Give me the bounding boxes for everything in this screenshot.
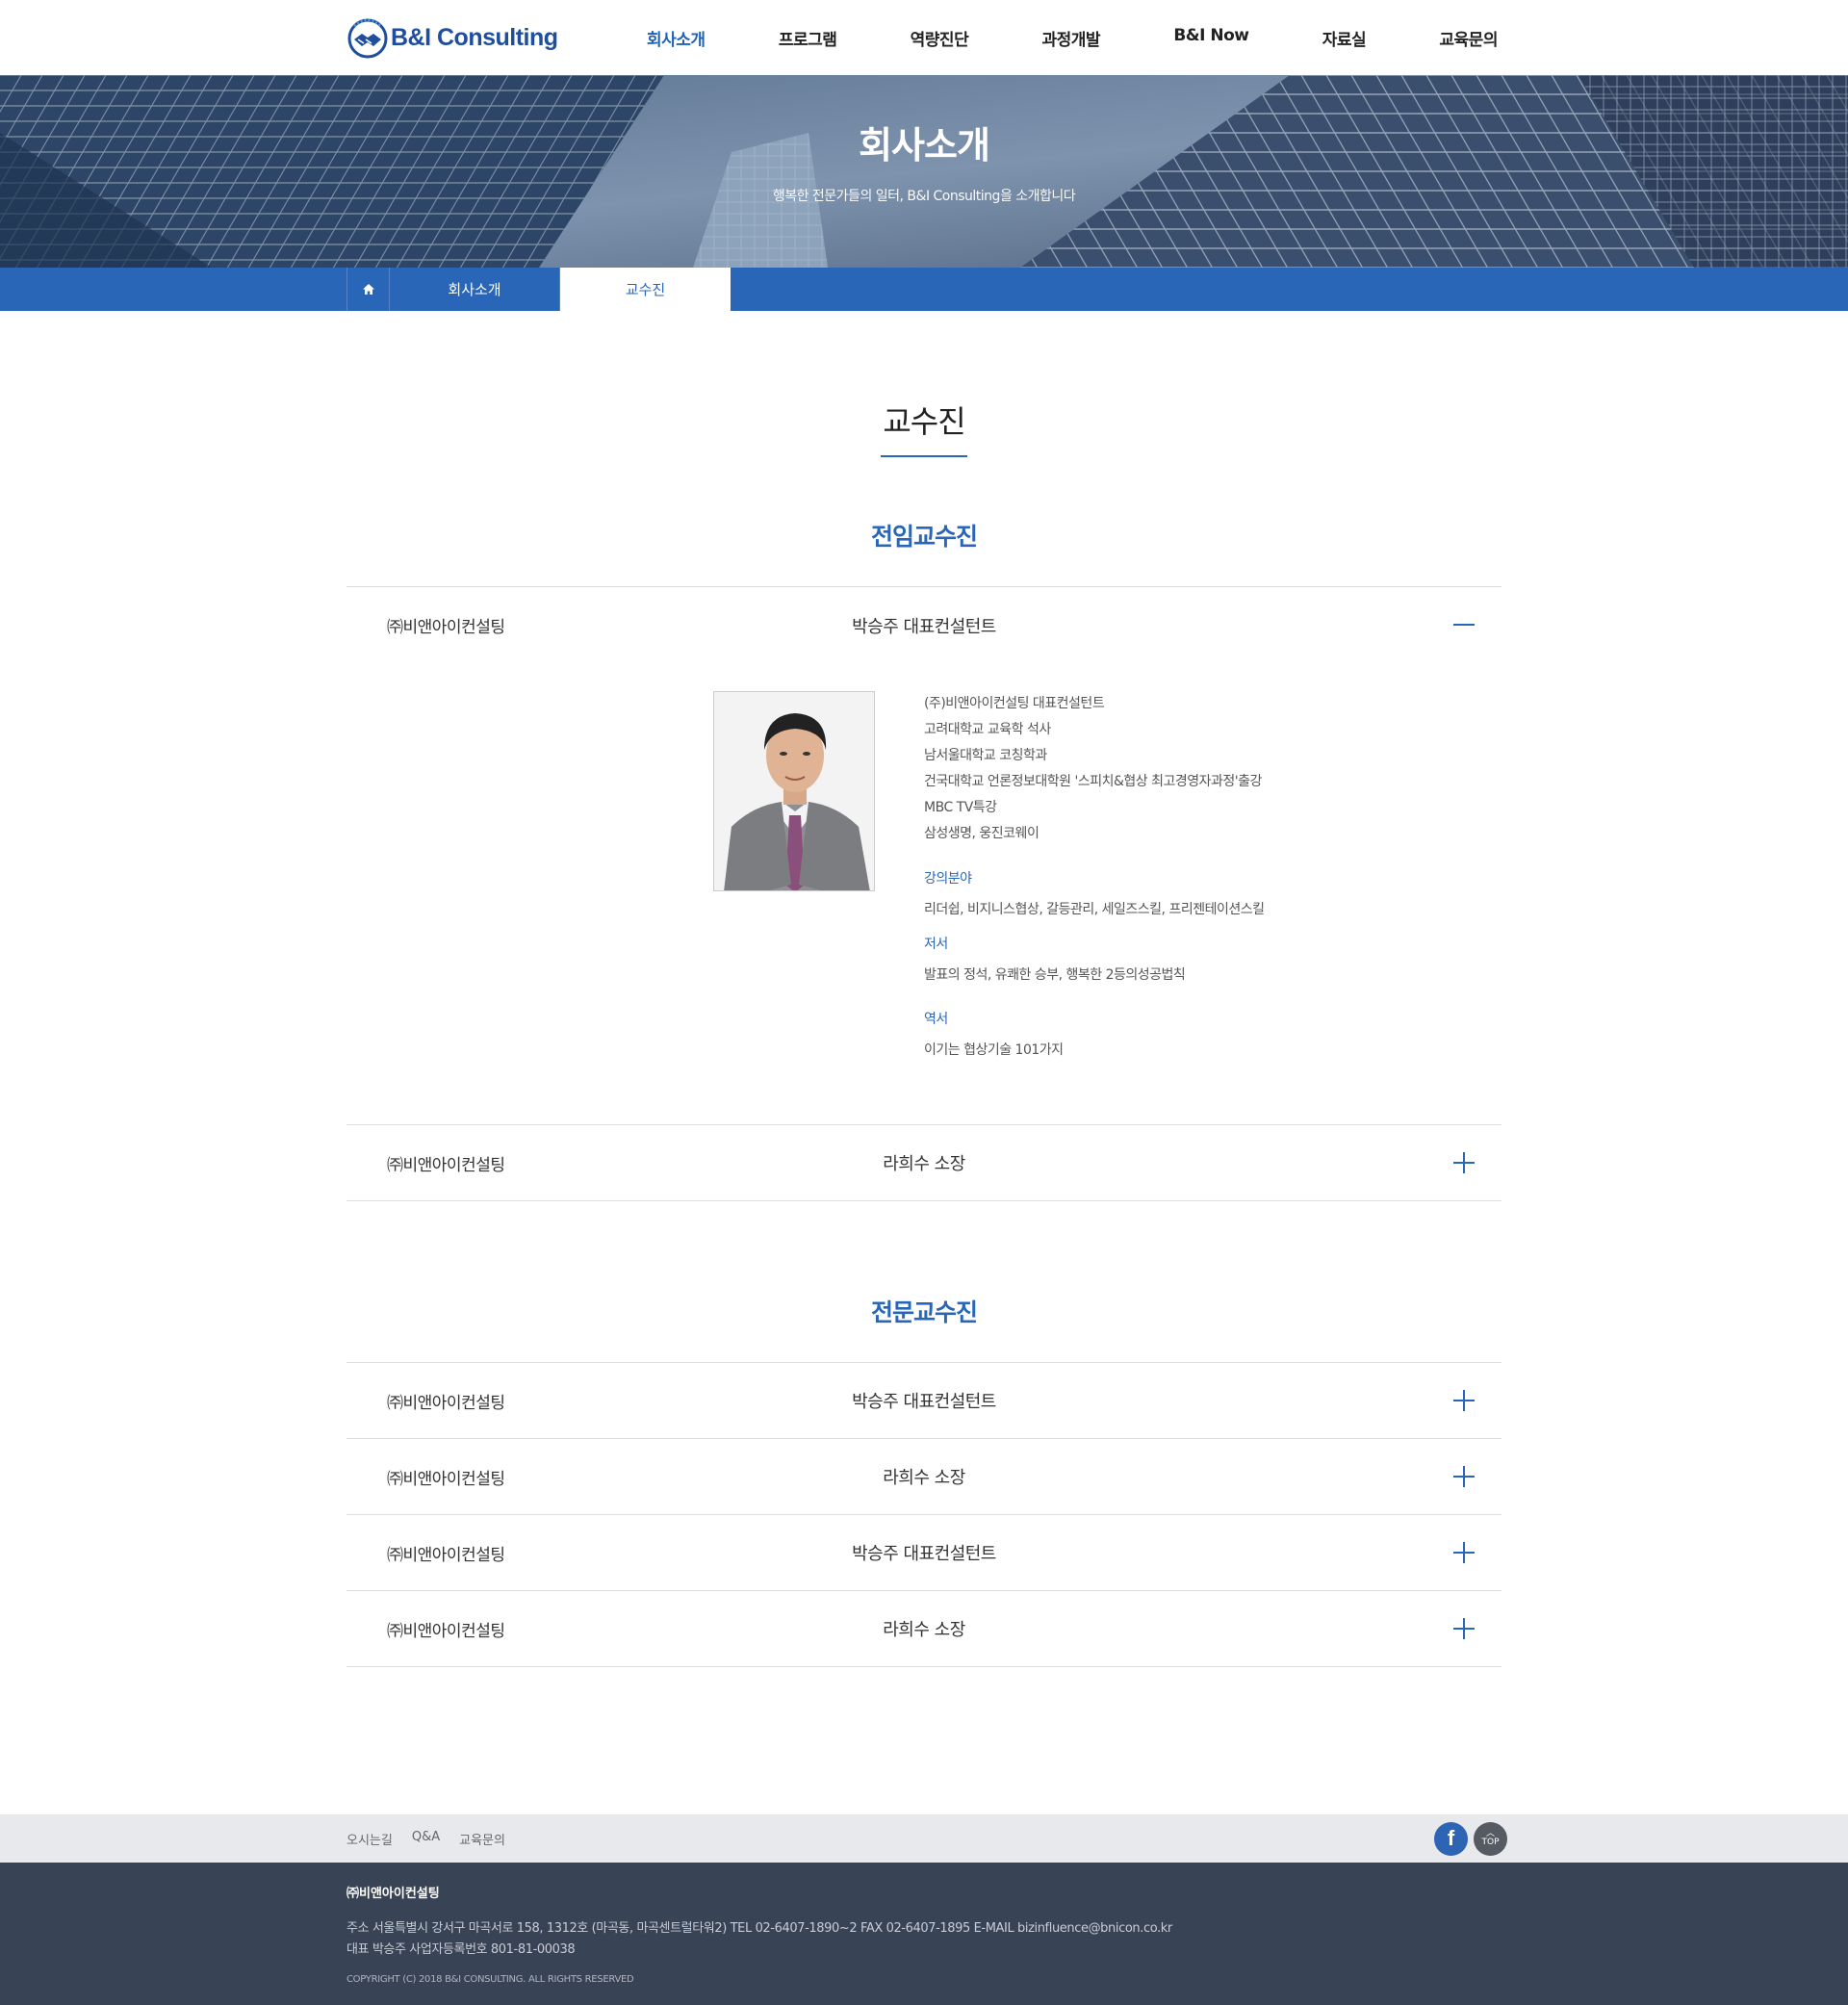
expand-plus-icon[interactable] bbox=[1453, 1618, 1475, 1639]
faculty-name: 박승주 대표컨설턴트 bbox=[852, 1392, 996, 1412]
career-item: 삼성생명, 웅진코웨이 bbox=[924, 826, 1040, 841]
faculty-row[interactable]: ㈜비앤아이컨설팅 라희수 소장 bbox=[346, 1591, 1502, 1667]
lecture-field-label: 강의분야 bbox=[924, 871, 972, 887]
faculty-company: ㈜비앤아이컨설팅 bbox=[387, 1469, 505, 1489]
banner-subtitle: 행복한 전문가들의 일터, B&I Consulting을 소개합니다 bbox=[772, 189, 1076, 204]
page-title: 교수진 bbox=[881, 398, 967, 457]
career-item: 건국대학교 언론정보대학원 '스피치&협상 최고경영자과정'출강 bbox=[924, 774, 1262, 789]
faculty-company: ㈜비앤아이컨설팅 bbox=[387, 1621, 505, 1641]
sub-navigation: 회사소개 교수진 bbox=[0, 268, 1848, 311]
faculty-name: 라희수 소장 bbox=[883, 1620, 965, 1640]
nav-archive[interactable]: 자료실 bbox=[1322, 26, 1367, 50]
faculty-detail: (주)비앤아이컨설팅 대표컨설턴트 고려대학교 교육학 석사 남서울대학교 코칭… bbox=[346, 663, 1502, 1125]
subnav-company[interactable]: 회사소개 bbox=[390, 268, 560, 311]
footer-copyright: COPYRIGHT (C) 2018 B&I CONSULTING. ALL R… bbox=[346, 1974, 634, 1985]
footer-link-inquiry[interactable]: 교육문의 bbox=[459, 1830, 505, 1848]
section-title-specialist: 전문교수진 bbox=[870, 1298, 978, 1326]
logo-handshake-icon bbox=[347, 18, 388, 59]
career-list: (주)비앤아이컨설팅 대표컨설턴트 고려대학교 교육학 석사 남서울대학교 코칭… bbox=[924, 693, 1424, 849]
nav-program[interactable]: 프로그램 bbox=[779, 26, 837, 50]
faculty-company: ㈜비앤아이컨설팅 bbox=[387, 1155, 505, 1175]
faculty-row[interactable]: ㈜비앤아이컨설팅 라희수 소장 bbox=[346, 1439, 1502, 1515]
main-nav: 회사소개 프로그램 역량진단 과정개발 B&I Now 자료실 교육문의 bbox=[647, 26, 1502, 50]
faculty-company: ㈜비앤아이컨설팅 bbox=[387, 1545, 505, 1565]
career-item: (주)비앤아이컨설팅 대표컨설턴트 bbox=[924, 696, 1105, 711]
translation-value: 이기는 협상기술 101가지 bbox=[924, 1042, 1064, 1058]
faculty-row[interactable]: ㈜비앤아이컨설팅 박승주 대표컨설턴트 bbox=[346, 1515, 1502, 1591]
faculty-row[interactable]: ㈜비앤아이컨설팅 박승주 대표컨설턴트 bbox=[346, 1363, 1502, 1439]
scroll-top-button[interactable]: ︿ TOP bbox=[1474, 1821, 1507, 1856]
faculty-list-specialist: ㈜비앤아이컨설팅 박승주 대표컨설턴트 ㈜비앤아이컨설팅 라희수 소장 ㈜비앤아… bbox=[346, 1362, 1502, 1667]
expand-plus-icon[interactable] bbox=[1453, 1390, 1475, 1411]
banner-title: 회사소개 bbox=[859, 124, 990, 167]
logo[interactable]: B&I Consulting bbox=[346, 16, 647, 59]
footer-links-bar: 오시는길 Q&A 교육문의 f ︿ TOP bbox=[0, 1814, 1848, 1863]
logo-text: B&I Consulting bbox=[391, 23, 558, 51]
career-item: 고려대학교 교육학 석사 bbox=[924, 722, 1051, 737]
main-content: 교수진 전임교수진 ㈜비앤아이컨설팅 박승주 대표컨설턴트 (주)비앤아이컨설팅… bbox=[346, 398, 1502, 1667]
footer-link-qna[interactable]: Q&A bbox=[412, 1830, 440, 1848]
top-label: TOP bbox=[1481, 1838, 1500, 1847]
footer-info: ㈜비앤아이컨설팅 주소 서울특별시 강서구 마곡서로 158, 1312호 (마… bbox=[0, 1863, 1848, 2005]
section-title-fulltime: 전임교수진 bbox=[870, 523, 978, 551]
career-item: MBC TV특강 bbox=[924, 800, 997, 815]
translation-label: 역서 bbox=[924, 1012, 948, 1027]
faculty-list-fulltime: ㈜비앤아이컨설팅 박승주 대표컨설턴트 (주)비앤아이컨설팅 대표컨설턴트 고려… bbox=[346, 586, 1502, 1201]
faculty-name: 라희수 소장 bbox=[883, 1154, 965, 1174]
expand-plus-icon[interactable] bbox=[1453, 1152, 1475, 1173]
subnav-faculty[interactable]: 교수진 bbox=[560, 268, 731, 311]
footer-company: ㈜비앤아이컨설팅 bbox=[346, 1887, 440, 1901]
nav-inquiry[interactable]: 교육문의 bbox=[1439, 26, 1498, 50]
nav-company[interactable]: 회사소개 bbox=[647, 26, 706, 50]
nav-course-dev[interactable]: 과정개발 bbox=[1041, 26, 1100, 50]
nav-bi-now[interactable]: B&I Now bbox=[1173, 26, 1249, 50]
faculty-row[interactable]: ㈜비앤아이컨설팅 박승주 대표컨설턴트 bbox=[346, 587, 1502, 663]
hero-banner: 회사소개 행복한 전문가들의 일터, B&I Consulting을 소개합니다 bbox=[0, 75, 1848, 268]
faculty-name: 라희수 소장 bbox=[883, 1468, 965, 1488]
books-value: 발표의 정석, 유쾌한 승부, 행복한 2등의성공법칙 bbox=[924, 967, 1186, 983]
career-item: 남서울대학교 코칭학과 bbox=[924, 748, 1047, 763]
footer-ceo: 대표 박승주 사업자등록번호 801-81-00038 bbox=[346, 1942, 576, 1957]
faculty-row[interactable]: ㈜비앤아이컨설팅 라희수 소장 bbox=[346, 1125, 1502, 1201]
home-icon bbox=[362, 284, 374, 295]
faculty-company: ㈜비앤아이컨설팅 bbox=[387, 618, 505, 637]
site-header: B&I Consulting 회사소개 프로그램 역량진단 과정개발 B&I N… bbox=[0, 0, 1848, 75]
faculty-info: (주)비앤아이컨설팅 대표컨설턴트 고려대학교 교육학 석사 남서울대학교 코칭… bbox=[924, 693, 1424, 1059]
facebook-icon[interactable]: f bbox=[1434, 1821, 1468, 1856]
expand-plus-icon[interactable] bbox=[1453, 1542, 1475, 1563]
nav-diagnosis[interactable]: 역량진단 bbox=[911, 26, 969, 50]
faculty-photo bbox=[713, 691, 875, 891]
collapse-minus-icon[interactable] bbox=[1453, 614, 1475, 635]
faculty-company: ㈜비앤아이컨설팅 bbox=[387, 1393, 505, 1413]
home-button[interactable] bbox=[346, 268, 390, 311]
lecture-field-value: 리더쉽, 비지니스협상, 갈등관리, 세일즈스킬, 프리젠테이션스킬 bbox=[924, 902, 1265, 917]
books-label: 저서 bbox=[924, 937, 948, 952]
faculty-name: 박승주 대표컨설턴트 bbox=[852, 1544, 996, 1564]
faculty-name: 박승주 대표컨설턴트 bbox=[852, 616, 996, 637]
footer-link-location[interactable]: 오시는길 bbox=[346, 1830, 393, 1848]
footer-address: 주소 서울특별시 강서구 마곡서로 158, 1312호 (마곡동, 마곡센트럴… bbox=[346, 1921, 1172, 1936]
expand-plus-icon[interactable] bbox=[1453, 1466, 1475, 1487]
